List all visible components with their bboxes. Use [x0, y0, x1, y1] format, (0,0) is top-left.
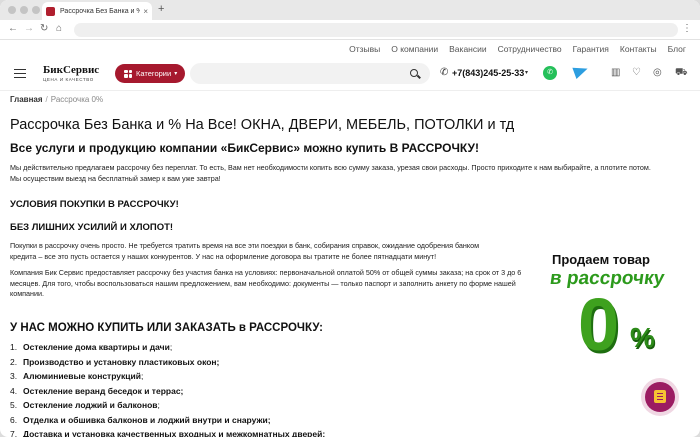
list-item: 3. Алюминиевые конструкций;	[10, 371, 144, 381]
logo-name: БикСервис	[43, 64, 100, 76]
conditions-heading: УСЛОВИЯ ПОКУПКИ В РАССРОЧКУ!	[10, 199, 179, 210]
list-item: 2. Производство и установку пластиковых о…	[10, 356, 220, 367]
toplink-blog[interactable]: Блог	[668, 41, 686, 57]
chat-widget-button[interactable]	[645, 382, 675, 412]
toplink-contacts[interactable]: Контакты	[620, 41, 657, 57]
breadcrumb-current: Рассрочка 0%	[50, 95, 104, 104]
new-tab-button[interactable]: +	[158, 3, 164, 15]
whatsapp-icon[interactable]: ✆	[543, 66, 557, 80]
browser-window: Рассрочка Без Банка и % н × + ← → ↻ ⌂ ⋮ …	[0, 0, 700, 437]
breadcrumb-separator: /	[45, 95, 48, 104]
window-minimize-dot[interactable]	[20, 6, 28, 14]
page-subtitle: Все услуги и продукцию компании «БикСерв…	[10, 141, 479, 155]
chevron-down-icon: ▾	[174, 71, 178, 77]
chat-icon	[654, 390, 666, 403]
list-item: 6. Отделка и обшивка балконов и лоджий вн…	[10, 414, 271, 425]
toplink-cooperation[interactable]: Сотрудничество	[498, 41, 562, 57]
promo-line-1: Продаем товар	[552, 252, 650, 267]
home-icon[interactable]: ⌂	[56, 23, 62, 34]
toplink-vacancies[interactable]: Вакансии	[449, 41, 486, 57]
browser-menu-icon[interactable]: ⋮	[682, 23, 692, 34]
tab-bar: Рассрочка Без Банка и % н × +	[0, 0, 700, 20]
promo-zero: 0	[578, 283, 620, 366]
address-bar: ← → ↻ ⌂ ⋮	[0, 20, 700, 40]
toplink-reviews[interactable]: Отзывы	[349, 41, 380, 57]
grid-icon	[124, 69, 132, 78]
account-icon[interactable]: ◎	[653, 67, 662, 78]
tab-title: Рассрочка Без Банка и % н	[60, 7, 141, 15]
reload-icon[interactable]: ↻	[40, 23, 48, 34]
toplink-about[interactable]: О компании	[391, 41, 438, 57]
catalog-button-label: Категории	[136, 69, 172, 78]
phone-number[interactable]: +7(843)245-25-33	[452, 68, 524, 78]
toplink-warranty[interactable]: Гарантия	[573, 41, 609, 57]
back-icon[interactable]: ←	[8, 23, 18, 34]
list-item: 5. Остекление лоджий и балконов;	[10, 400, 160, 410]
favorites-icon[interactable]: ♡	[632, 67, 641, 78]
phone-icon: ✆	[440, 67, 449, 78]
window-maximize-dot[interactable]	[32, 6, 40, 14]
intro-paragraph-2: Мы осуществим выезд на бесплатный замер …	[10, 173, 221, 183]
terms-paragraph: Компания Бик Сервис предоставляет рассро…	[10, 268, 522, 298]
no-effort-heading: БЕЗ ЛИШНИХ УСИЛИЙ И ХЛОПОТ!	[10, 222, 174, 233]
forward-icon[interactable]: →	[24, 23, 34, 34]
compare-icon[interactable]: ▥	[611, 67, 620, 78]
hamburger-menu-icon[interactable]	[14, 69, 26, 78]
top-links: Отзывы О компании Вакансии Сотрудничеств…	[0, 41, 700, 57]
cart-icon[interactable]: ⛟	[675, 67, 688, 80]
site-favicon-icon	[46, 6, 55, 16]
page-title: Рассрочка Без Банка и % На Все! ОКНА, ДВ…	[10, 117, 515, 133]
breadcrumb: Главная / Рассрочка 0%	[10, 95, 103, 104]
services-list: 1. Остекление дома квартиры и дачи; 2. Про…	[10, 340, 490, 437]
site-logo[interactable]: БикСервис ЦЕНА И КАЧЕСТВО	[43, 64, 99, 82]
intro-paragraph: Мы действительно предлагаем рассрочку бе…	[10, 163, 651, 172]
conditions-paragraph: Покупки в рассрочку очень просто. Не тре…	[10, 241, 480, 261]
list-heading: У НАС МОЖНО КУПИТЬ ИЛИ ЗАКАЗАТЬ в РАССРО…	[10, 322, 324, 334]
catalog-button[interactable]: Категории ▾	[115, 64, 185, 83]
search-input[interactable]	[190, 63, 430, 84]
installment-promo-image: Продаем товар в рассрочку 0 %	[520, 252, 690, 372]
site-header: БикСервис ЦЕНА И КАЧЕСТВО Категории ▾ ✆ …	[0, 57, 700, 91]
tab-close-icon[interactable]: ×	[143, 7, 148, 16]
promo-percent: %	[630, 322, 655, 353]
breadcrumb-home[interactable]: Главная	[10, 95, 43, 104]
window-close-dot[interactable]	[8, 6, 16, 14]
phone-chevron-down-icon[interactable]: ▾	[525, 69, 528, 76]
logo-tagline: ЦЕНА И КАЧЕСТВО	[43, 77, 94, 82]
browser-tab[interactable]: Рассрочка Без Банка и % н ×	[42, 2, 152, 20]
list-item: 4. Остекление веранд беседок и террас;	[10, 385, 184, 396]
url-input[interactable]	[74, 23, 678, 37]
list-item: 7. Доставка и установка качественных вход…	[10, 429, 326, 437]
telegram-icon[interactable]	[572, 62, 590, 80]
search-icon[interactable]	[410, 69, 418, 77]
list-item: 1. Остекление дома квартиры и дачи;	[10, 342, 173, 352]
